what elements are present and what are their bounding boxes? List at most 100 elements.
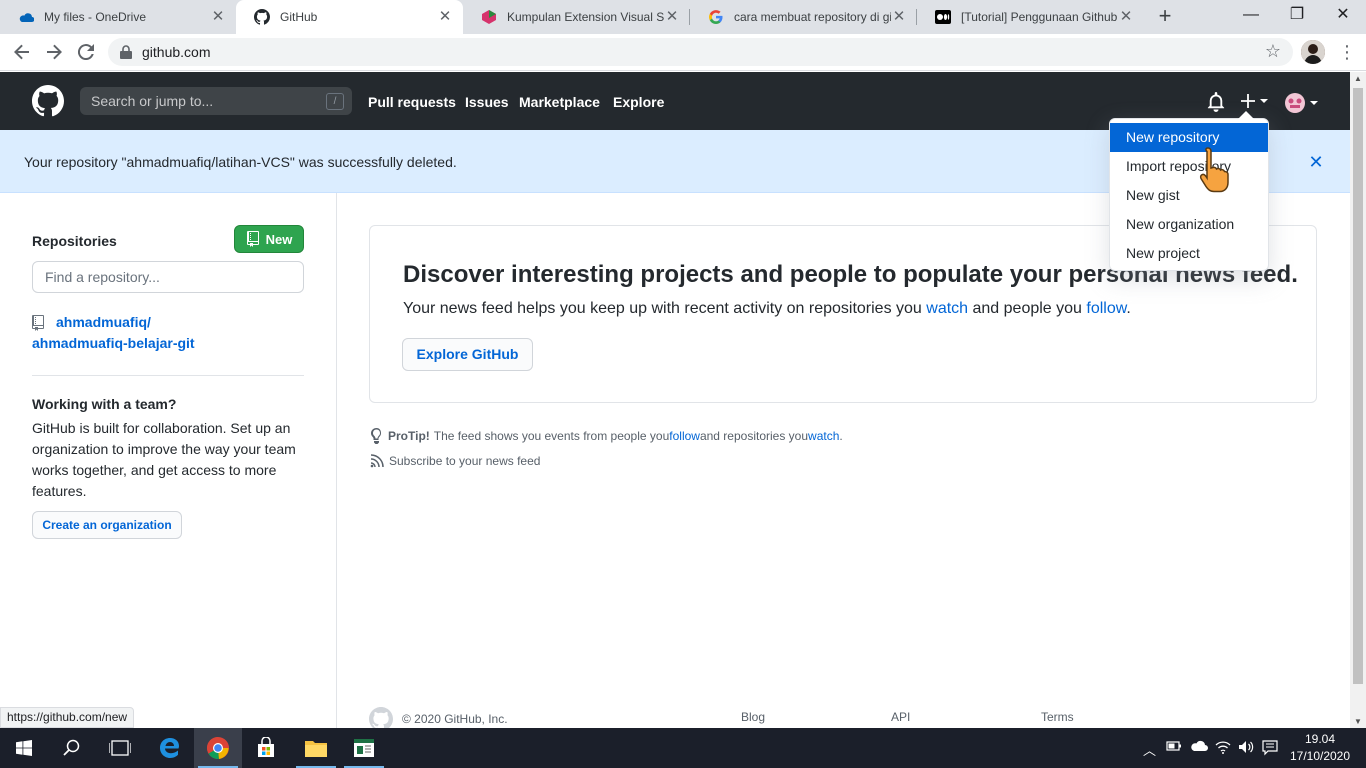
search-icon[interactable] (48, 728, 96, 768)
vscode-app-icon[interactable] (340, 728, 388, 768)
menu-item-new-organization[interactable]: New organization (1110, 210, 1268, 239)
browser-tab-github[interactable]: GitHub ✕ (236, 0, 463, 34)
search-shortcut-key: / (326, 93, 344, 110)
follow-link[interactable]: follow (1086, 300, 1126, 317)
find-repository-input[interactable] (32, 261, 304, 293)
tab-close-icon[interactable]: ✕ (664, 9, 680, 25)
page-scrollbar[interactable]: ▲ ▼ (1350, 72, 1366, 728)
close-window-icon[interactable]: ✕ (1320, 0, 1366, 30)
menu-item-new-gist[interactable]: New gist (1110, 181, 1268, 210)
create-new-dropdown: New repository Import repository New gis… (1109, 111, 1269, 271)
menu-item-new-repository[interactable]: New repository (1110, 123, 1268, 152)
onedrive-icon (18, 9, 34, 25)
medium-icon (935, 9, 951, 25)
footer-link-api[interactable]: API (891, 710, 910, 724)
repo-name-link[interactable]: ahmadmuafiq-belajar-git (32, 333, 304, 354)
scrollbar-thumb[interactable] (1353, 88, 1363, 684)
back-arrow-icon[interactable] (10, 40, 34, 64)
browser-toolbar: github.com ☆ ⋮ (0, 34, 1366, 71)
protip: ProTip! The feed shows you events from p… (370, 428, 843, 444)
search-placeholder: Search or jump to... (91, 93, 214, 109)
system-clock[interactable]: 19.04 17/10/2020 (1284, 731, 1356, 765)
tab-close-icon[interactable]: ✕ (437, 9, 453, 25)
task-view-icon[interactable] (96, 728, 144, 768)
lightbulb-icon (371, 428, 381, 444)
github-logo-icon[interactable] (32, 85, 65, 117)
repo-list-item[interactable]: ahmadmuafiq/ ahmadmuafiq-belajar-git (32, 312, 304, 354)
protip-follow-link[interactable]: follow (669, 429, 700, 443)
footer-copyright: © 2020 GitHub, Inc. (402, 712, 508, 726)
new-tab-button[interactable]: + (1154, 5, 1176, 28)
tab-label: [Tutorial] Penggunaan Github (961, 10, 1118, 24)
tab-label: My files - OneDrive (44, 10, 147, 24)
menu-item-import-repository[interactable]: Import repository (1110, 152, 1268, 181)
google-icon (708, 9, 724, 25)
create-organization-button[interactable]: Create an organization (32, 511, 182, 539)
reload-icon[interactable] (74, 40, 98, 64)
bell-icon[interactable] (1206, 92, 1226, 112)
close-icon[interactable]: ✕ (1306, 152, 1326, 172)
tray-chevron-up-icon[interactable]: ︿ (1143, 740, 1156, 759)
flash-message: Your repository "ahmadmuafiq/latihan-VCS… (24, 154, 457, 170)
tab-label: cara membuat repository di gi (734, 10, 891, 24)
dashboard-sidebar: Repositories New ahmadmuafiq/ ahmadmuafi… (0, 193, 337, 728)
create-new-plus-icon[interactable] (1240, 91, 1270, 113)
tab-close-icon[interactable]: ✕ (891, 9, 907, 25)
minimize-icon[interactable]: — (1228, 0, 1274, 30)
protip-watch-link[interactable]: watch (808, 429, 839, 443)
search-input[interactable]: Search or jump to... / (80, 87, 352, 115)
tab-close-icon[interactable]: ✕ (1118, 9, 1134, 25)
menu-item-new-project[interactable]: New project (1110, 239, 1268, 268)
new-repository-button[interactable]: New (234, 225, 304, 253)
edge-icon[interactable] (146, 728, 194, 768)
protip-label: ProTip! (388, 429, 430, 443)
nav-marketplace[interactable]: Marketplace (519, 94, 600, 110)
restore-icon[interactable]: ❐ (1274, 0, 1320, 30)
nav-issues[interactable]: Issues (465, 94, 509, 110)
repo-owner-link[interactable]: ahmadmuafiq/ (56, 314, 151, 330)
browser-tab-google[interactable]: cara membuat repository di gi ✕ (690, 0, 917, 34)
discover-text: Your news feed helps you keep up with re… (403, 300, 1131, 317)
tab-label: GitHub (280, 10, 318, 24)
store-icon[interactable] (242, 728, 290, 768)
tab-label: Kumpulan Extension Visual Stu (507, 10, 664, 24)
lock-icon (120, 45, 134, 59)
nav-explore[interactable]: Explore (613, 94, 664, 110)
wifi-icon[interactable] (1215, 740, 1231, 757)
windows-taskbar: ︿ 19.04 17/10/2020 (0, 728, 1366, 768)
browser-profile-avatar[interactable] (1301, 40, 1325, 64)
browser-menu-icon[interactable]: ⋮ (1338, 40, 1356, 64)
footer-link-terms[interactable]: Terms (1041, 710, 1074, 724)
bookmark-star-icon[interactable]: ☆ (1265, 41, 1281, 62)
notification-icon[interactable] (1262, 740, 1278, 759)
tab-close-icon[interactable]: ✕ (210, 9, 226, 25)
status-bar-url: https://github.com/new (0, 707, 135, 728)
browser-tab-medium[interactable]: [Tutorial] Penggunaan Github ✕ (917, 0, 1144, 34)
repositories-heading: Repositories (32, 233, 117, 249)
rss-icon (370, 454, 384, 468)
nav-pull-requests[interactable]: Pull requests (368, 94, 456, 110)
clock-date: 17/10/2020 (1289, 749, 1351, 763)
volume-icon[interactable] (1238, 740, 1254, 757)
site-icon (481, 9, 497, 25)
browser-tab-strip: My files - OneDrive ✕ GitHub ✕ Kumpulan … (0, 0, 1366, 34)
subscribe-link[interactable]: Subscribe to your news feed (370, 454, 540, 468)
sidebar-divider (32, 375, 304, 376)
repo-icon (246, 231, 259, 247)
onedrive-tray-icon[interactable] (1190, 740, 1208, 755)
windows-start-icon[interactable] (0, 728, 48, 768)
browser-tab-extension[interactable]: Kumpulan Extension Visual Stu ✕ (463, 0, 690, 34)
forward-arrow-icon[interactable] (42, 40, 66, 64)
battery-icon[interactable] (1166, 740, 1182, 755)
new-button-label: New (265, 231, 293, 247)
watch-link[interactable]: watch (926, 300, 968, 317)
subscribe-label: Subscribe to your news feed (389, 454, 541, 468)
browser-tab-onedrive[interactable]: My files - OneDrive ✕ (0, 0, 236, 34)
address-bar[interactable]: github.com ☆ (108, 38, 1293, 66)
explore-github-button[interactable]: Explore GitHub (402, 338, 533, 371)
team-description: GitHub is built for collaboration. Set u… (32, 420, 296, 499)
file-explorer-icon[interactable] (292, 728, 340, 768)
user-avatar[interactable] (1284, 92, 1320, 114)
footer-link-blog[interactable]: Blog (741, 710, 765, 724)
chrome-icon[interactable] (194, 728, 242, 768)
